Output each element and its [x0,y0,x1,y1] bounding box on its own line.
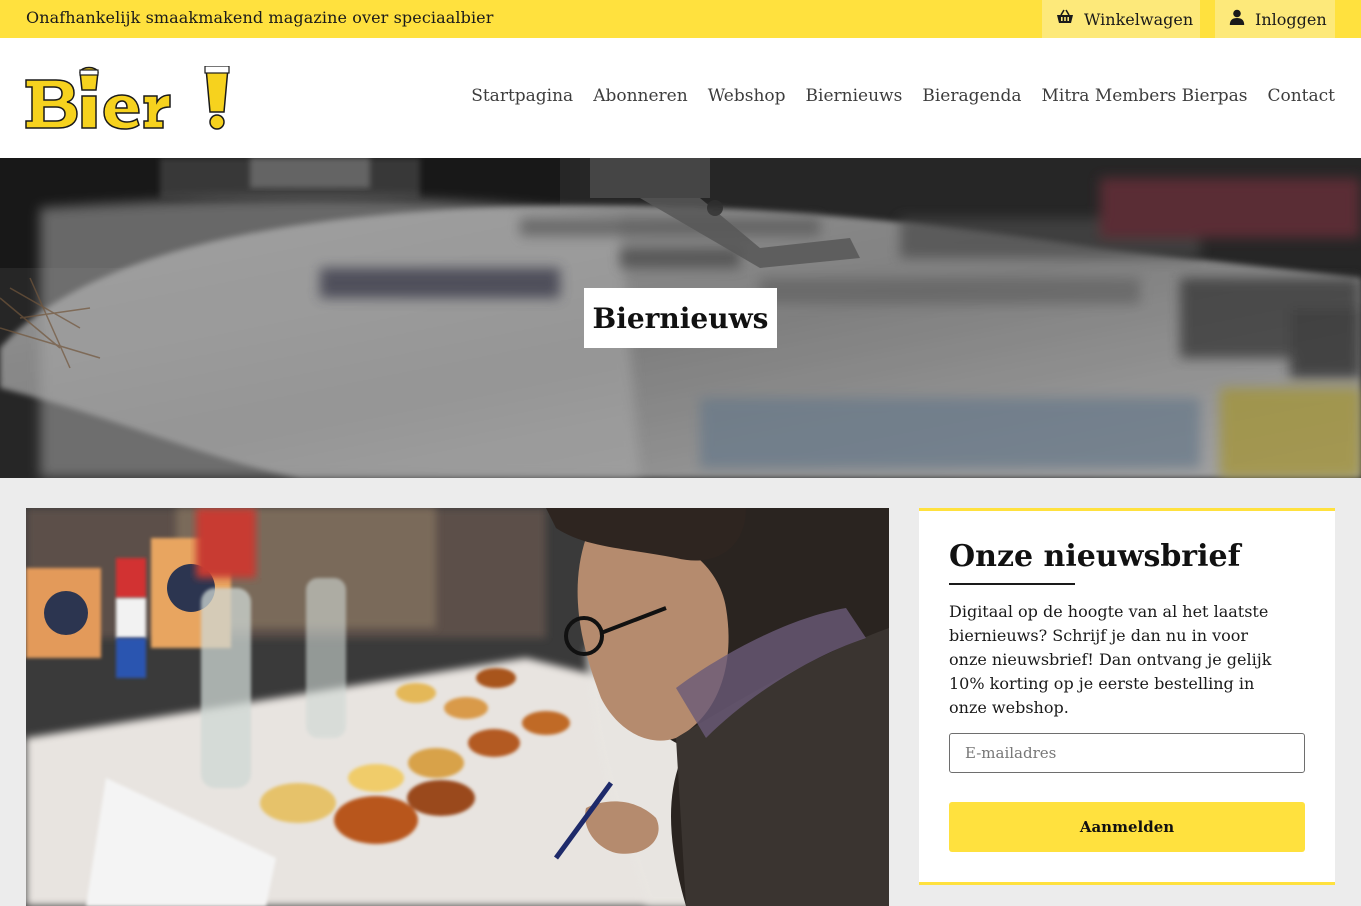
shopping-basket-icon [1056,9,1074,29]
article-featured-image[interactable] [26,508,889,906]
nav-biernieuws[interactable]: Biernieuws [806,86,903,106]
nav-webshop[interactable]: Webshop [708,86,786,106]
newsletter-description: Digitaal op de hoogte van al het laatste… [949,602,1272,717]
nav-abonneren[interactable]: Abonneren [593,86,688,106]
login-label: Inloggen [1255,9,1327,29]
nav-contact[interactable]: Contact [1267,86,1335,106]
cart-label: Winkelwagen [1084,9,1194,29]
newsletter-widget: Onze nieuwsbrief Digitaal op de hoogte v… [919,508,1335,885]
newsletter-title-underline [949,583,1075,585]
top-bar: Onafhankelijk smaakmakend magazine over … [0,0,1361,38]
subscribe-button[interactable]: Aanmelden [949,802,1305,852]
nav-mitra-members-bierpas[interactable]: Mitra Members Bierpas [1042,86,1248,106]
email-field[interactable] [949,733,1305,773]
nav-startpagina[interactable]: Startpagina [471,86,573,106]
user-icon [1229,9,1245,29]
login-button[interactable]: Inloggen [1215,0,1335,38]
site-tagline: Onafhankelijk smaakmakend magazine over … [26,8,494,27]
newsletter-title: Onze nieuwsbrief [949,539,1241,574]
page-title: Biernieuws [592,301,769,335]
beer-tasting-photo [26,508,889,906]
nav-bieragenda[interactable]: Bieragenda [922,86,1021,106]
bier-logo[interactable] [24,65,234,132]
hero-title-box: Biernieuws [584,288,777,348]
hero-banner: Biernieuws [0,158,1361,478]
cart-button[interactable]: Winkelwagen [1042,0,1200,38]
site-header: Startpagina Abonneren Webshop Biernieuws… [0,38,1361,158]
main-nav: Startpagina Abonneren Webshop Biernieuws… [451,86,1335,106]
